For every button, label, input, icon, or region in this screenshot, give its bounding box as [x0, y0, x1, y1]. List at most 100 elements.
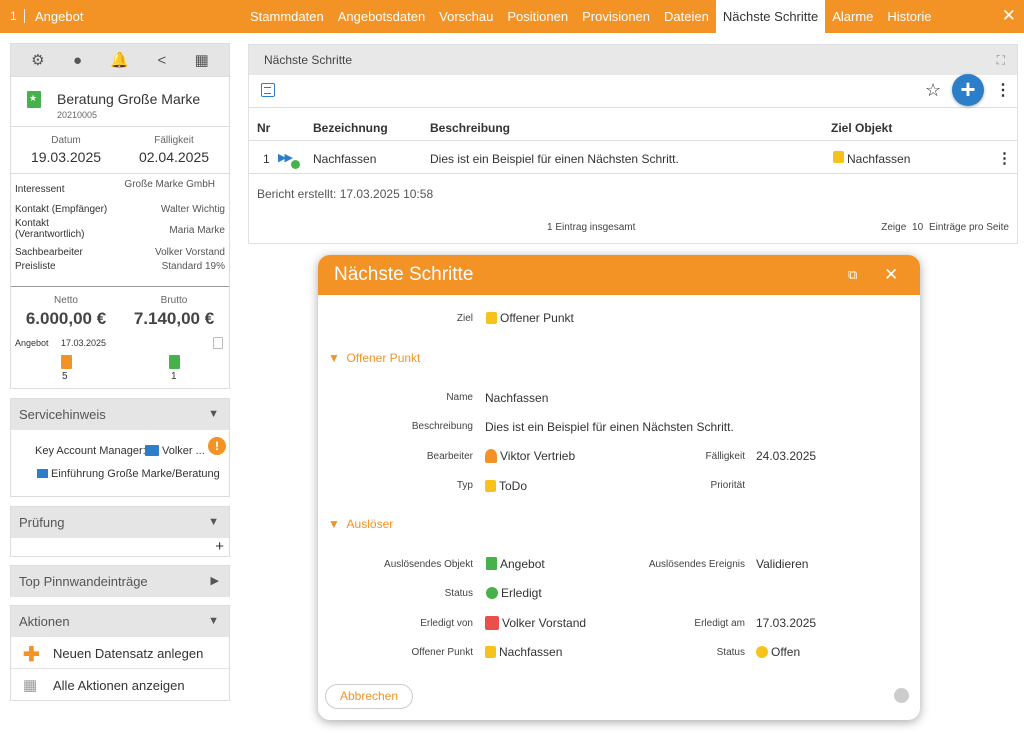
open-point-icon	[833, 151, 844, 163]
typ-label: Typ	[456, 480, 473, 491]
section-title: Auslöser	[346, 517, 394, 531]
obj-label: Auslösendes Objekt	[384, 559, 473, 570]
list-view-icon[interactable]	[261, 83, 275, 97]
gear-icon[interactable]: ⚙	[31, 51, 44, 69]
close-icon[interactable]: ✕	[1002, 6, 1016, 26]
row-beschreibung: Dies ist ein Beispiel für einen Nächsten…	[430, 152, 679, 166]
column-header-nr[interactable]: Nr	[257, 121, 270, 135]
section-offener-punkt[interactable]: ▼ Offener Punkt	[328, 351, 420, 365]
search-icon[interactable]: ●	[73, 52, 82, 69]
row-ziel[interactable]: Nachfassen	[847, 152, 910, 166]
obj-text: Angebot	[500, 557, 545, 571]
document-green-icon[interactable]	[169, 355, 180, 369]
record-card: ⚙ ● 🔔 < ▦ Beratung Große Marke 20210005 …	[10, 43, 230, 389]
status2-text: Offen	[771, 645, 801, 659]
offer-icon	[27, 91, 41, 108]
tab-stammdaten[interactable]: Stammdaten	[243, 0, 331, 33]
field-value[interactable]: Volker Vorstand	[155, 247, 225, 258]
page-size-select[interactable]: 10	[912, 222, 923, 233]
alert-icon[interactable]: !	[208, 437, 226, 455]
erledigt-von-text: Volker Vorstand	[502, 616, 587, 630]
pinnwand-header[interactable]: Top Pinnwandeinträge ▶	[11, 566, 229, 597]
field-label: Sachbearbeiter	[15, 247, 83, 258]
tab-historie[interactable]: Historie	[880, 0, 938, 33]
action-show-all[interactable]: ▦ Alle Aktionen anzeigen	[11, 669, 229, 701]
tab-naechste-schritte[interactable]: Nächste Schritte	[715, 0, 826, 33]
beschreibung-label: Beschreibung	[411, 421, 473, 432]
service-link[interactable]: Einführung Große Marke/Beratung	[51, 468, 220, 480]
table-row[interactable]: 1 ▶▶ Nachfassen Dies ist ein Beispiel fü…	[249, 140, 1017, 174]
action-new-record[interactable]: ✚ Neuen Datensatz anlegen	[11, 637, 229, 669]
field-value[interactable]: Große Marke GmbH	[124, 179, 215, 190]
prioritaet-label: Priorität	[710, 480, 745, 491]
tab-provisionen[interactable]: Provisionen	[575, 0, 657, 33]
servicehinweis-header[interactable]: Servicehinweis ▼	[11, 399, 229, 430]
column-header-ziel[interactable]: Ziel Objekt	[831, 121, 892, 135]
field-value[interactable]: Walter Wichtig	[161, 204, 225, 215]
share-icon[interactable]: <	[157, 52, 166, 69]
page-size-control: Zeige 10 Einträge pro Seite	[881, 222, 1009, 233]
tab-angebotsdaten[interactable]: Angebotsdaten	[331, 0, 432, 33]
check-icon	[486, 587, 498, 599]
pruefung-header[interactable]: Prüfung ▼	[11, 507, 229, 538]
key-account-value[interactable]: Volker ...	[162, 445, 205, 457]
pdf-icon[interactable]	[213, 337, 223, 349]
brutto-label: Brutto	[160, 295, 188, 306]
tab-dateien[interactable]: Dateien	[657, 0, 716, 33]
angebot-label: Angebot	[15, 338, 49, 348]
erledigt-von-value[interactable]: Volker Vorstand	[485, 616, 586, 630]
column-header-bezeichnung[interactable]: Bezeichnung	[313, 121, 388, 135]
window-icon[interactable]: ⧉	[848, 267, 857, 283]
field-value[interactable]: Maria Marke	[169, 225, 225, 236]
faelligkeit-label: Fälligkeit	[705, 451, 745, 462]
user-avatar-icon	[485, 449, 497, 463]
aktionen-header[interactable]: Aktionen ▼	[11, 606, 229, 637]
datum-value: 19.03.2025	[30, 149, 102, 165]
bell-icon[interactable]: 🔔	[110, 51, 129, 69]
star-icon[interactable]: ☆	[925, 80, 941, 101]
typ-value[interactable]: ToDo	[485, 479, 527, 493]
more-icon[interactable]: ⋮	[995, 80, 1011, 100]
chevron-down-icon[interactable]: ▼	[208, 507, 219, 538]
row-more-icon[interactable]: ⋮	[997, 149, 1012, 167]
tab-positionen[interactable]: Positionen	[500, 0, 575, 33]
typ-text: ToDo	[499, 479, 528, 493]
tab-vorschau[interactable]: Vorschau	[432, 0, 500, 33]
add-button[interactable]: +	[952, 74, 984, 106]
user-avatar-icon	[485, 616, 499, 630]
panel-title: Aktionen	[19, 614, 70, 629]
ziel-text: Offener Punkt	[500, 311, 574, 325]
bearbeiter-text: Viktor Vertrieb	[500, 449, 576, 463]
chevron-down-icon[interactable]: ▼	[208, 399, 219, 430]
name-label: Name	[446, 392, 473, 403]
card-title: Nächste Schritte	[264, 53, 353, 67]
pinnwand-panel: Top Pinnwandeinträge ▶	[10, 565, 230, 597]
document-orange-icon[interactable]	[61, 355, 72, 369]
add-icon[interactable]: +	[215, 538, 224, 555]
contact-card-icon	[145, 445, 159, 456]
netto-label: Netto	[54, 295, 78, 306]
faelligkeit-value: 24.03.2025	[756, 449, 817, 463]
offener-punkt-value[interactable]: Nachfassen	[485, 645, 562, 659]
chevron-right-icon[interactable]: ▶	[211, 566, 219, 597]
panel-title: Top Pinnwandeinträge	[19, 574, 148, 589]
section-ausloeser[interactable]: ▼ Auslöser	[328, 517, 393, 531]
user-icon[interactable]	[894, 688, 909, 703]
cancel-button[interactable]: Abbrechen	[325, 684, 413, 709]
record-header: Beratung Große Marke 20210005	[11, 77, 229, 127]
total-count: 1 Eintrag insgesamt	[547, 222, 636, 233]
obj-value[interactable]: Angebot	[486, 557, 545, 571]
column-header-beschreibung[interactable]: Beschreibung	[430, 121, 510, 135]
fullscreen-icon[interactable]: ⛶	[997, 45, 1005, 75]
bearbeiter-value[interactable]: Viktor Vertrieb	[485, 449, 575, 463]
done-badge-icon	[291, 160, 300, 169]
ziel-value[interactable]: Offener Punkt	[486, 311, 574, 325]
chevron-down-icon[interactable]: ▼	[208, 606, 219, 637]
record-number: 20210005	[57, 110, 98, 120]
netto-value: 6.000,00 €	[25, 309, 107, 328]
tab-alarme[interactable]: Alarme	[825, 0, 880, 33]
close-icon[interactable]: ✕	[884, 265, 898, 285]
ziel-label: Ziel	[456, 313, 473, 324]
status-text: Erledigt	[501, 586, 542, 600]
grid-icon[interactable]: ▦	[195, 51, 209, 69]
